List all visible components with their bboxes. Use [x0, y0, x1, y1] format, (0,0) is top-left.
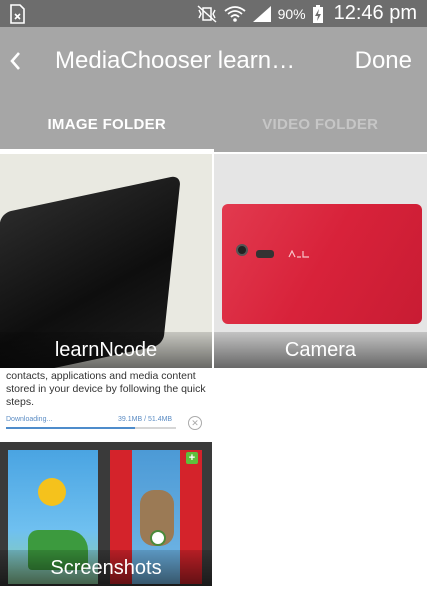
- download-progress-bar: [6, 427, 176, 429]
- play-icon: [150, 530, 166, 546]
- signal-icon: [252, 5, 271, 22]
- folder-thumbnail: [222, 204, 422, 324]
- tab-bar: IMAGE FOLDER VIDEO FOLDER: [0, 97, 427, 152]
- clock: 12:46 pm: [333, 2, 417, 24]
- vibrate-mute-icon: [197, 4, 217, 23]
- camera-flash-graphic: [256, 250, 274, 258]
- preview-text: contacts, applications and media content…: [6, 370, 206, 408]
- camera-lens-graphic: [236, 244, 248, 256]
- close-icon: ✕: [188, 416, 202, 430]
- folder-label: learnNcode: [0, 332, 212, 368]
- tab-video-folder[interactable]: VIDEO FOLDER: [214, 97, 427, 152]
- downloading-label: Downloading...: [6, 416, 53, 423]
- page-title: MediaChooser learn…: [55, 47, 295, 74]
- folder-tile-learnncode[interactable]: learnNcode: [0, 154, 212, 368]
- phone-brand-logo: [288, 250, 309, 258]
- tab-image-folder[interactable]: IMAGE FOLDER: [0, 97, 214, 152]
- battery-percent: 90%: [277, 5, 306, 22]
- status-bar: 90% 12:46 pm: [0, 0, 427, 27]
- download-size: 39.1MB / 51.4MB: [118, 416, 173, 423]
- battery-charging-icon: [312, 4, 323, 23]
- folder-label: Camera: [214, 332, 427, 368]
- download-progress-fill: [6, 427, 136, 429]
- wifi-icon: [224, 5, 246, 22]
- sim-card-icon: [10, 4, 25, 24]
- plus-icon: +: [186, 452, 198, 464]
- sun-graphic: [38, 478, 66, 506]
- folder-tile-camera[interactable]: Camera: [214, 154, 427, 368]
- folder-label: Screenshots: [0, 550, 212, 586]
- folder-grid: learnNcode Camera contacts, applications…: [0, 152, 427, 600]
- app-bar: MediaChooser learn… Done: [0, 27, 427, 97]
- done-button[interactable]: Done: [355, 47, 412, 75]
- folder-tile-screenshots[interactable]: contacts, applications and media content…: [0, 370, 212, 586]
- back-arrow-icon[interactable]: [6, 47, 26, 75]
